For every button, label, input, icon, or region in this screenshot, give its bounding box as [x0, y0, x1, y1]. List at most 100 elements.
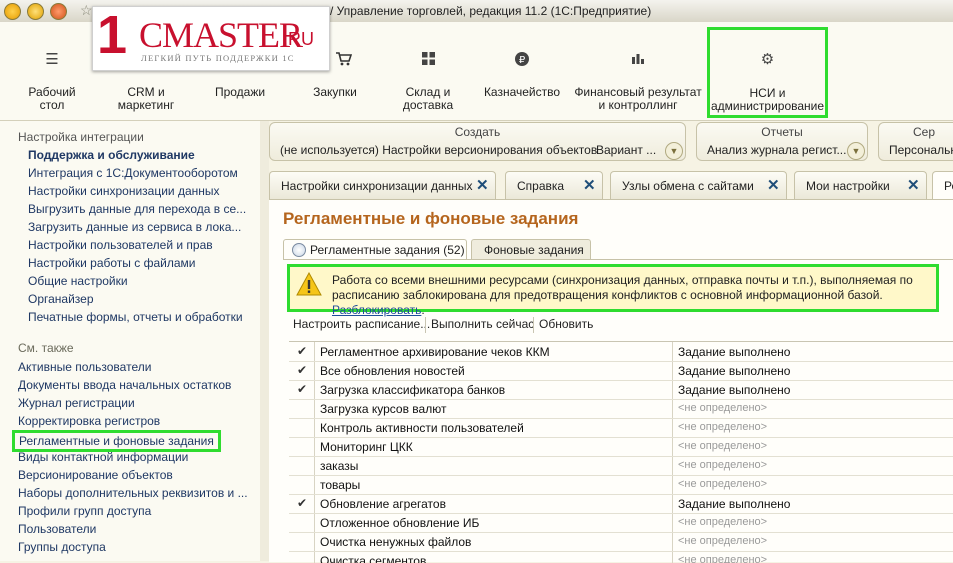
- job-name: Отложенное обновление ИБ: [320, 516, 480, 530]
- favorite-star-icon[interactable]: ☆: [80, 2, 93, 19]
- see-also-item[interactable]: Активные пользователи: [18, 360, 151, 374]
- group-service: Сер Персональн: [878, 122, 953, 161]
- tab-sync-settings[interactable]: Настройки синхронизации данных ✕: [269, 171, 496, 199]
- nav-item-support[interactable]: Поддержка и обслуживание: [28, 148, 195, 162]
- close-icon[interactable]: ✕: [476, 176, 489, 194]
- warning-message: Работа со всеми внешними ресурсами (синх…: [332, 273, 913, 302]
- panel-splitter[interactable]: [260, 121, 269, 561]
- job-name: Очистка сегментов: [320, 554, 427, 563]
- chevron-down-icon[interactable]: ▼: [847, 142, 865, 160]
- section-desktop[interactable]: ☰ Рабочий стол: [18, 22, 86, 120]
- table-row[interactable]: товары <не определено>: [289, 475, 953, 495]
- section-nsi-admin[interactable]: ⚙ НСИ и администрирование: [707, 27, 828, 118]
- job-status: <не определено>: [678, 421, 768, 433]
- nav-item[interactable]: Общие настройки: [28, 274, 128, 288]
- hamburger-icon: ☰: [45, 51, 59, 68]
- app-logo-icon[interactable]: [4, 3, 21, 20]
- table-row[interactable]: Мониторинг ЦКК <не определено>: [289, 437, 953, 457]
- section-finance[interactable]: Финансовый результат и контроллинг: [573, 22, 703, 120]
- see-also-item[interactable]: Корректировка регистров: [18, 414, 160, 428]
- section-label: Рабочий стол: [28, 85, 76, 112]
- schedule-button[interactable]: Настроить расписание...: [293, 317, 430, 331]
- nav-item[interactable]: Настройки синхронизации данных: [28, 184, 220, 198]
- job-status: <не определено>: [678, 554, 768, 563]
- table-row[interactable]: ✔ Загрузка классификатора банков Задание…: [289, 380, 953, 400]
- table-row[interactable]: Контроль активности пользователей <не оп…: [289, 418, 953, 438]
- logo-word: CMASTER: [139, 15, 303, 55]
- table-row[interactable]: ✔ Все обновления новостей Задание выполн…: [289, 361, 953, 381]
- chevron-down-icon[interactable]: ▼: [665, 142, 683, 160]
- group-command[interactable]: (не используется) Настройки версионирова…: [280, 143, 597, 157]
- job-name: Загрузка классификатора банков: [320, 383, 506, 397]
- see-also-item[interactable]: Документы ввода начальных остатков: [18, 378, 231, 392]
- divider: [533, 317, 534, 333]
- tab-scheduled-jobs[interactable]: Ре: [932, 171, 953, 199]
- nav-item[interactable]: Настройки работы с файлами: [28, 256, 195, 270]
- job-name: Мониторинг ЦКК: [320, 440, 413, 454]
- menu-dropdown-icon[interactable]: [27, 3, 44, 20]
- nav-item[interactable]: Интеграция с 1С:Документооборотом: [28, 166, 238, 180]
- left-navigation: Настройка интеграции Поддержка и обслужи…: [0, 121, 261, 561]
- table-row[interactable]: Загрузка курсов валют <не определено>: [289, 399, 953, 419]
- group-create: Создать (не используется) Настройки верс…: [269, 122, 686, 161]
- close-icon[interactable]: ✕: [907, 176, 920, 194]
- job-name: Загрузка курсов валют: [320, 402, 447, 416]
- section-label: Продажи: [214, 85, 266, 99]
- unlock-link[interactable]: Разблокировать: [332, 303, 421, 317]
- table-row[interactable]: Отложенное обновление ИБ <не определено>: [289, 513, 953, 533]
- nav-item[interactable]: Органайзер: [28, 292, 94, 306]
- check-icon: ✔: [296, 382, 308, 396]
- see-also-item[interactable]: Группы доступа: [18, 540, 106, 554]
- table-row[interactable]: заказы <не определено>: [289, 456, 953, 476]
- warning-icon: [296, 271, 322, 299]
- tab-label: Ре: [944, 179, 953, 193]
- table-row[interactable]: Очистка ненужных файлов <не определено>: [289, 532, 953, 552]
- job-status: <не определено>: [678, 535, 768, 547]
- job-status: <не определено>: [678, 478, 768, 490]
- nav-item[interactable]: Выгрузить данные для перехода в се...: [28, 202, 246, 216]
- job-name: Контроль активности пользователей: [320, 421, 524, 435]
- warning-banner: Работа со всеми внешними ресурсами (синх…: [287, 264, 939, 317]
- cmaster-logo: 1 CMASTER .RU ЛЕГКИЙ ПУТЬ ПОДДЕРЖКИ 1С: [92, 5, 330, 71]
- table-row[interactable]: ✔ Обновление агрегатов Задание выполнено: [289, 494, 953, 514]
- group-command[interactable]: Персональн: [889, 143, 953, 157]
- job-status: Задание выполнено: [678, 364, 791, 378]
- see-also-item[interactable]: Виды контактной информации: [18, 450, 188, 464]
- table-row[interactable]: ✔ Регламентное архивирование чеков ККМ З…: [289, 342, 953, 362]
- tab-my-settings[interactable]: Мои настройки ✕: [794, 171, 927, 199]
- warning-text: Работа со всеми внешними ресурсами (синх…: [332, 273, 913, 317]
- section-label: НСИ и администрирование: [710, 86, 825, 113]
- run-now-button[interactable]: Выполнить сейчас: [431, 317, 534, 331]
- tab-label: Мои настройки: [806, 179, 890, 193]
- divider: [425, 317, 426, 333]
- see-also-item[interactable]: Наборы дополнительных реквизитов и ...: [18, 486, 248, 500]
- see-also-item[interactable]: Профили групп доступа: [18, 504, 151, 518]
- close-icon[interactable]: ✕: [767, 176, 780, 194]
- form-page: Регламентные и фоновые задания Регламент…: [269, 199, 953, 563]
- table-row[interactable]: Очистка сегментов <не определено>: [289, 551, 953, 563]
- tab-help[interactable]: Справка ✕: [505, 171, 603, 199]
- nav-item[interactable]: Настройки пользователей и прав: [28, 238, 213, 252]
- check-icon: ✔: [296, 344, 308, 358]
- jobs-table: ✔ Регламентное архивирование чеков ККМ З…: [289, 341, 953, 563]
- see-also-item[interactable]: Журнал регистрации: [18, 396, 135, 410]
- home-icon[interactable]: [50, 3, 67, 20]
- tab-site-nodes[interactable]: Узлы обмена с сайтами ✕: [610, 171, 787, 199]
- tab-background-tasks[interactable]: Фоновые задания: [471, 239, 591, 260]
- section-warehouse[interactable]: Склад и доставка: [390, 22, 466, 120]
- group-command[interactable]: Вариант ...: [596, 143, 656, 157]
- refresh-button[interactable]: Обновить: [539, 317, 593, 331]
- tab-label: Узлы обмена с сайтами: [622, 179, 754, 193]
- see-also-item-scheduled-jobs[interactable]: Регламентные и фоновые задания: [12, 430, 221, 452]
- tab-scheduled-tasks[interactable]: Регламентные задания (52): [283, 239, 467, 260]
- see-also-item[interactable]: Пользователи: [18, 522, 96, 536]
- see-also-item[interactable]: Версионирование объектов: [18, 468, 173, 482]
- section-treasury[interactable]: ₽ Казначейство: [480, 22, 564, 120]
- nav-item[interactable]: Печатные формы, отчеты и обработки: [28, 310, 243, 324]
- gear-icon: ⚙: [760, 51, 775, 68]
- svg-text:₽: ₽: [519, 55, 526, 66]
- nav-item[interactable]: Загрузить данные из сервиса в лока...: [28, 220, 241, 234]
- group-command[interactable]: Анализ журнала регист...: [707, 143, 846, 157]
- group-reports: Отчеты Анализ журнала регист... ▼: [696, 122, 868, 161]
- close-icon[interactable]: ✕: [583, 176, 596, 194]
